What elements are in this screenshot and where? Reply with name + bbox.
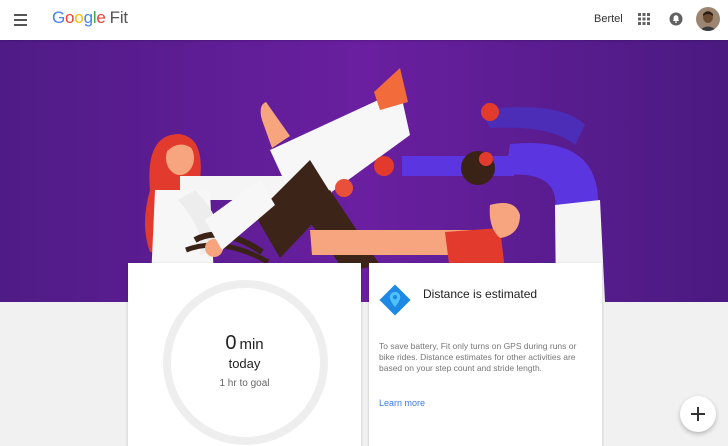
user-name[interactable]: Bertel <box>594 13 623 25</box>
goal-period: today <box>228 356 261 371</box>
hero-illustration <box>0 40 728 302</box>
distance-info-card: Distance is estimated To save battery, F… <box>369 263 602 446</box>
notifications-bell-icon[interactable] <box>669 12 683 26</box>
product-name: Fit <box>109 8 129 27</box>
logo-letter: g <box>83 8 93 27</box>
info-card-title: Distance is estimated <box>423 287 538 301</box>
hamburger-menu-icon[interactable] <box>12 10 32 30</box>
top-app-bar: Google Fit Bertel <box>0 0 728 40</box>
apps-grid-icon[interactable] <box>637 12 651 26</box>
minutes-unit: min <box>239 336 264 353</box>
minutes-value: 0 <box>225 332 237 354</box>
add-activity-button[interactable] <box>680 396 716 432</box>
logo-letter: e <box>96 8 106 27</box>
goal-remaining: 1 hr to goal <box>219 378 270 389</box>
logo-letter: o <box>74 8 84 27</box>
location-pin-icon <box>379 284 411 316</box>
activity-minutes: 0 min <box>128 332 361 355</box>
google-fit-logo[interactable]: Google Fit <box>52 8 128 28</box>
activity-goal-card[interactable]: 0 min today 1 hr to goal <box>128 263 361 446</box>
info-card-body: To save battery, Fit only turns on GPS d… <box>379 341 577 373</box>
logo-letter: G <box>52 8 66 27</box>
logo-letter: o <box>65 8 75 27</box>
learn-more-link[interactable]: Learn more <box>379 398 425 408</box>
user-avatar[interactable] <box>696 7 720 31</box>
